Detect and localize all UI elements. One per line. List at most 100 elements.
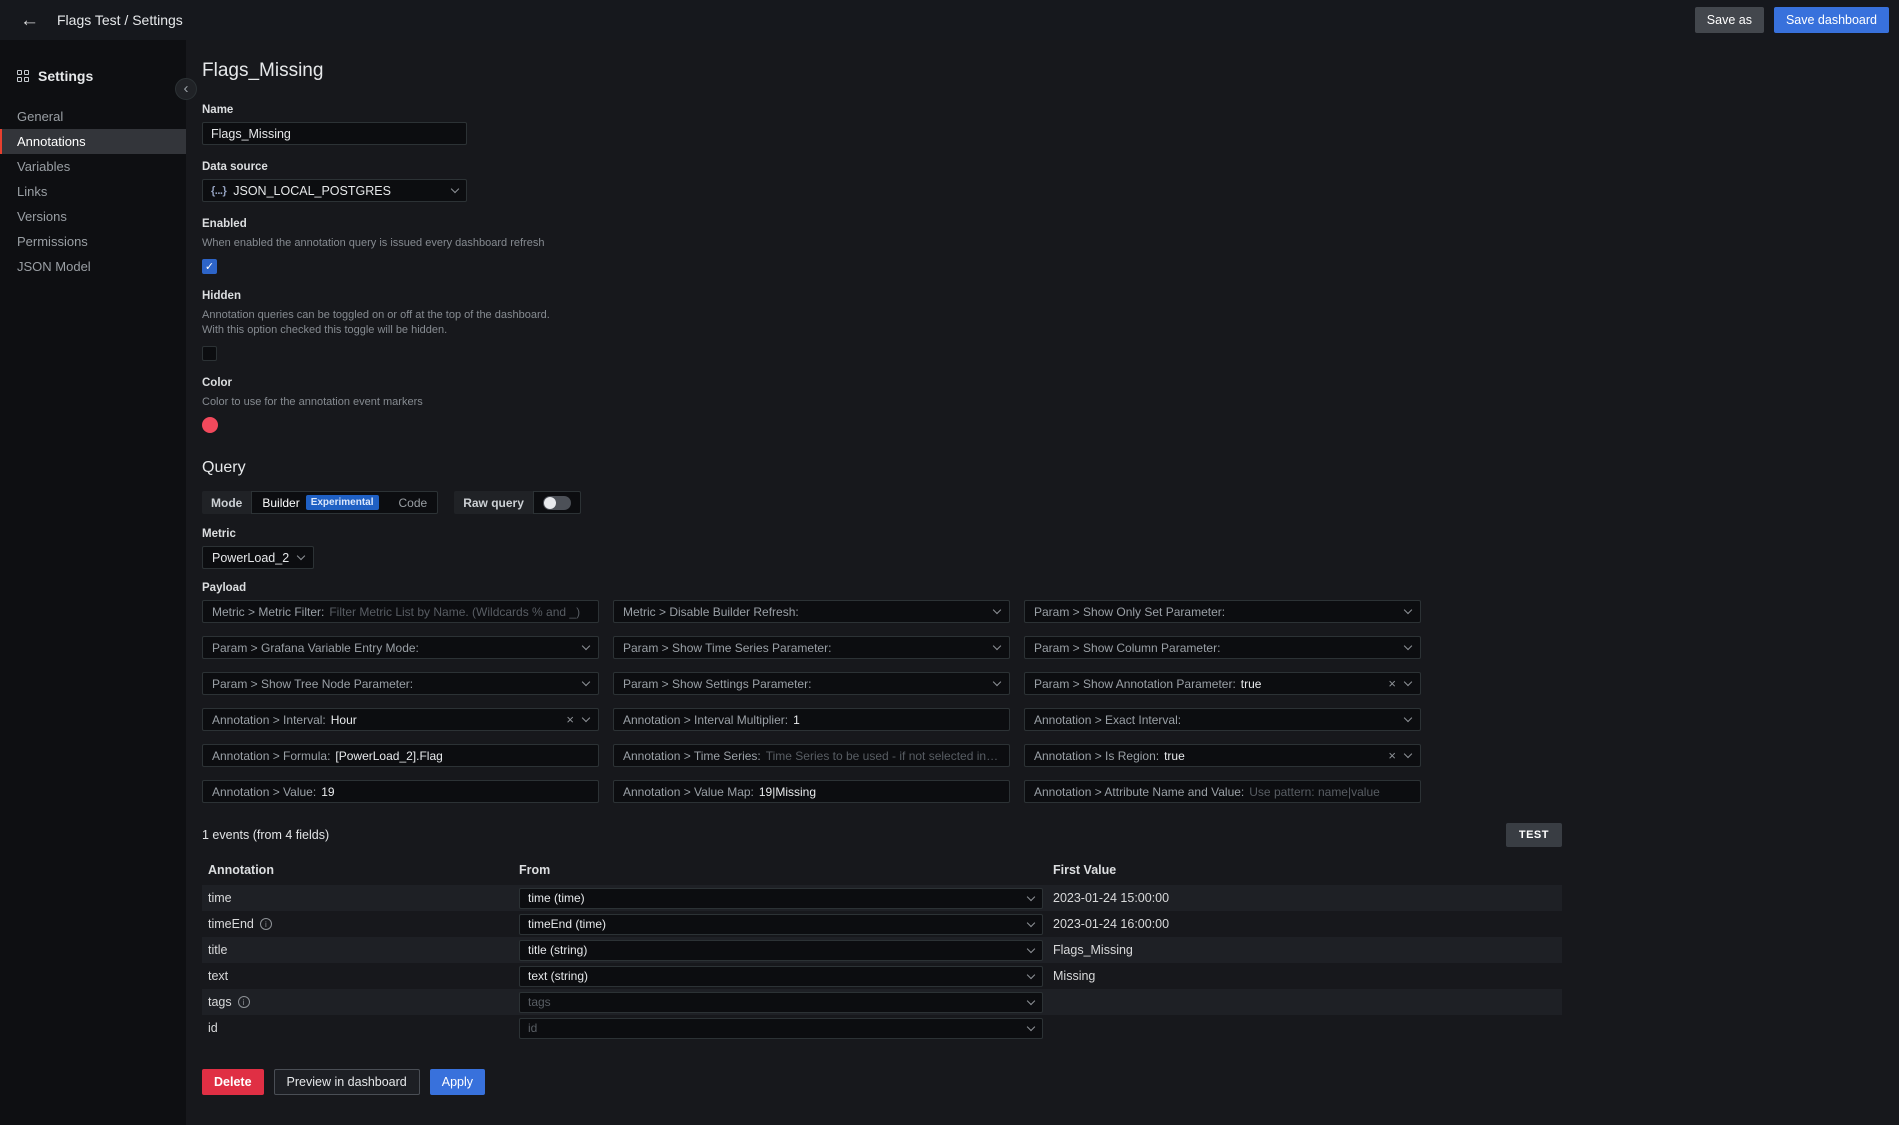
- raw-query-group: Raw query: [454, 491, 581, 514]
- chevron-down-icon: [993, 642, 1001, 650]
- from-select-timeend[interactable]: timeEnd (time): [519, 914, 1043, 935]
- table-row: timeEnd i timeEnd (time) 2023-01-24 16:0…: [202, 911, 1562, 937]
- payload-field-show-column-parameter[interactable]: Param > Show Column Parameter:: [1024, 636, 1421, 659]
- info-icon[interactable]: i: [260, 918, 272, 930]
- save-as-button[interactable]: Save as: [1695, 7, 1764, 33]
- enabled-label: Enabled: [202, 218, 1883, 230]
- sidebar-item-links[interactable]: Links: [0, 179, 186, 204]
- query-mode-row: Mode Builder Experimental Code Raw query: [202, 491, 1883, 514]
- back-button[interactable]: ←: [12, 9, 47, 32]
- sidebar-item-permissions[interactable]: Permissions: [0, 229, 186, 254]
- clear-icon[interactable]: ×: [1388, 677, 1396, 690]
- chevron-down-icon: [451, 185, 459, 193]
- hidden-description: Annotation queries can be toggled on or …: [202, 308, 554, 338]
- info-icon[interactable]: i: [238, 996, 250, 1008]
- payload-field-time-series[interactable]: Annotation > Time Series: Time Series to…: [613, 744, 1010, 767]
- main-layout: Settings General Annotations Variables L…: [0, 40, 1899, 1125]
- name-input[interactable]: [202, 122, 467, 145]
- settings-panel: ‹ Flags_Missing Name Data source {...} J…: [186, 40, 1899, 1125]
- save-dashboard-button[interactable]: Save dashboard: [1774, 7, 1889, 33]
- payload-field-is-region[interactable]: Annotation > Is Region: true ×: [1024, 744, 1421, 767]
- toggle-switch-icon: [543, 496, 571, 510]
- enabled-checkbox[interactable]: ✓: [202, 259, 217, 274]
- payload-field-show-annotation-parameter[interactable]: Param > Show Annotation Parameter: true …: [1024, 672, 1421, 695]
- from-select-text[interactable]: text (string): [519, 966, 1043, 987]
- payload-field-show-time-series-parameter[interactable]: Param > Show Time Series Parameter:: [613, 636, 1010, 659]
- clear-icon[interactable]: ×: [1388, 749, 1396, 762]
- mode-code-button[interactable]: Code: [389, 492, 438, 513]
- payload-field-show-settings-parameter[interactable]: Param > Show Settings Parameter:: [613, 672, 1010, 695]
- apply-button[interactable]: Apply: [430, 1069, 485, 1095]
- metric-select[interactable]: PowerLoad_2: [202, 546, 314, 569]
- mode-code-label: Code: [399, 496, 428, 510]
- first-value: 2023-01-24 15:00:00: [1053, 891, 1169, 905]
- table-row: text text (string) Missing: [202, 963, 1562, 989]
- raw-query-toggle[interactable]: [533, 491, 581, 514]
- from-select-title[interactable]: title (string): [519, 940, 1043, 961]
- datasource-value: JSON_LOCAL_POSTGRES: [233, 184, 391, 198]
- check-icon: ✓: [205, 260, 214, 273]
- from-select-tags[interactable]: tags: [519, 992, 1043, 1013]
- name-label: Name: [202, 104, 1883, 116]
- chevron-down-icon: [1404, 714, 1412, 722]
- chevron-down-icon: [1027, 919, 1035, 927]
- arrow-left-icon: ←: [20, 10, 39, 31]
- payload-field-show-tree-node-parameter[interactable]: Param > Show Tree Node Parameter:: [202, 672, 599, 695]
- query-section-title: Query: [202, 459, 1883, 477]
- chevron-down-icon: [1027, 997, 1035, 1005]
- settings-nav: General Annotations Variables Links Vers…: [0, 104, 186, 279]
- payload-field-value-map[interactable]: Annotation > Value Map: 19|Missing: [613, 780, 1010, 803]
- experimental-badge: Experimental: [306, 495, 379, 510]
- table-row: id id: [202, 1015, 1562, 1041]
- chevron-down-icon: [1404, 678, 1412, 686]
- chevron-down-icon: [1027, 893, 1035, 901]
- collapse-section-button[interactable]: ‹: [175, 78, 197, 100]
- hidden-label: Hidden: [202, 290, 1883, 302]
- table-row: title title (string) Flags_Missing: [202, 937, 1562, 963]
- top-bar: ← Flags Test / Settings Save as Save das…: [0, 0, 1899, 40]
- sidebar-item-variables[interactable]: Variables: [0, 154, 186, 179]
- payload-field-attribute-name-and-value[interactable]: Annotation > Attribute Name and Value: U…: [1024, 780, 1421, 803]
- payload-field-metric-filter[interactable]: Metric > Metric Filter: Filter Metric Li…: [202, 600, 599, 623]
- sidebar-item-json-model[interactable]: JSON Model: [0, 254, 186, 279]
- chevron-down-icon: [582, 678, 590, 686]
- results-table: Annotation From First Value time time (t…: [202, 863, 1562, 1041]
- chevron-down-icon: [1404, 750, 1412, 758]
- payload-field-show-only-set-parameter[interactable]: Param > Show Only Set Parameter:: [1024, 600, 1421, 623]
- payload-field-disable-builder-refresh[interactable]: Metric > Disable Builder Refresh:: [613, 600, 1010, 623]
- delete-button[interactable]: Delete: [202, 1069, 264, 1095]
- payload-field-interval[interactable]: Annotation > Interval: Hour ×: [202, 708, 599, 731]
- datasource-label: Data source: [202, 161, 1883, 173]
- chevron-down-icon: [1027, 945, 1035, 953]
- breadcrumb[interactable]: Flags Test / Settings: [57, 12, 183, 28]
- payload-field-grafana-variable-entry-mode[interactable]: Param > Grafana Variable Entry Mode:: [202, 636, 599, 659]
- datasource-select[interactable]: {...} JSON_LOCAL_POSTGRES: [202, 179, 467, 202]
- color-label: Color: [202, 377, 1883, 389]
- from-select-time[interactable]: time (time): [519, 888, 1043, 909]
- chevron-down-icon: [993, 606, 1001, 614]
- events-summary: 1 events (from 4 fields): [202, 828, 329, 842]
- annotation-field-name: timeEnd: [208, 917, 254, 931]
- payload-field-interval-multiplier[interactable]: Annotation > Interval Multiplier: 1: [613, 708, 1010, 731]
- mode-builder-button[interactable]: Builder Experimental: [252, 492, 388, 513]
- payload-field-exact-interval[interactable]: Annotation > Exact Interval:: [1024, 708, 1421, 731]
- clear-icon[interactable]: ×: [566, 713, 574, 726]
- chevron-down-icon: [297, 552, 305, 560]
- from-select-id[interactable]: id: [519, 1018, 1043, 1039]
- sidebar-item-versions[interactable]: Versions: [0, 204, 186, 229]
- hidden-checkbox[interactable]: [202, 346, 217, 361]
- sidebar-item-general[interactable]: General: [0, 104, 186, 129]
- color-swatch[interactable]: [202, 417, 218, 433]
- payload-label: Payload: [202, 582, 1883, 594]
- chevron-left-icon: ‹: [184, 81, 189, 96]
- preview-in-dashboard-button[interactable]: Preview in dashboard: [274, 1069, 420, 1095]
- payload-field-value[interactable]: Annotation > Value: 19: [202, 780, 599, 803]
- annotation-field-name: id: [208, 1021, 218, 1035]
- table-row: tags i tags: [202, 989, 1562, 1015]
- action-buttons: Delete Preview in dashboard Apply: [202, 1069, 1883, 1095]
- payload-field-formula[interactable]: Annotation > Formula: [PowerLoad_2].Flag: [202, 744, 599, 767]
- first-value: Missing: [1053, 969, 1095, 983]
- sidebar-item-annotations[interactable]: Annotations: [0, 129, 186, 154]
- mode-label: Mode: [202, 491, 251, 514]
- test-button[interactable]: TEST: [1506, 823, 1562, 847]
